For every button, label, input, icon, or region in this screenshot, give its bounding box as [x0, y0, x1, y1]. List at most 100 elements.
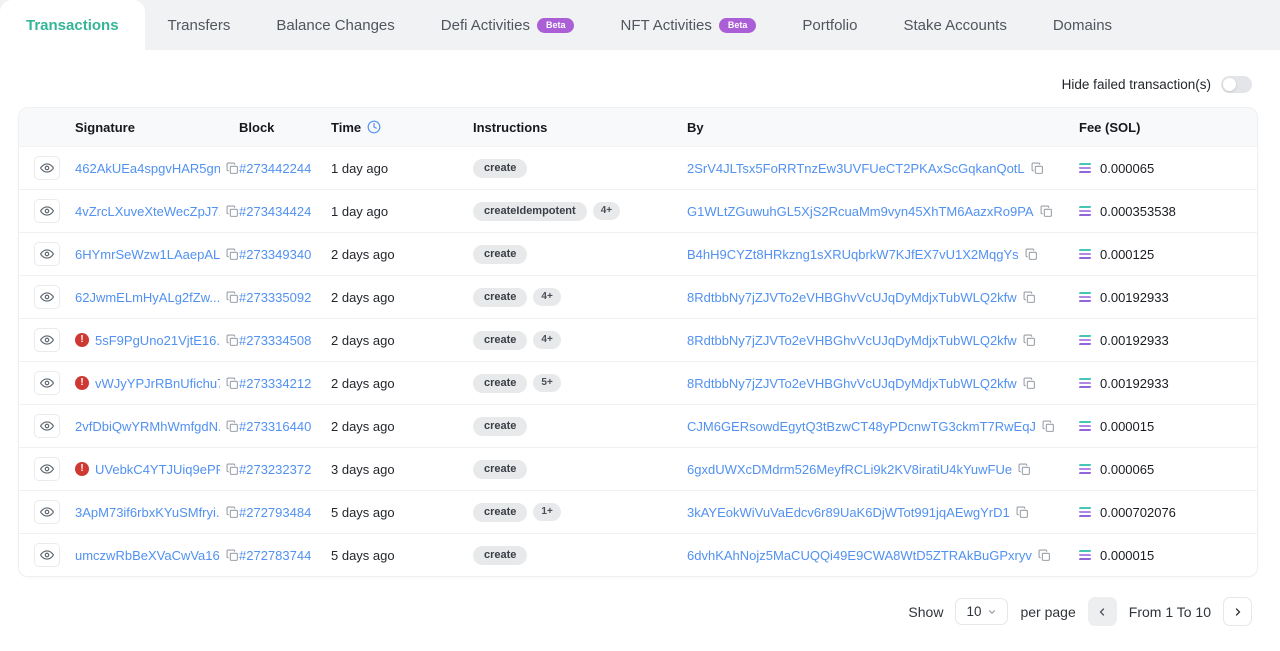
copy-icon[interactable]: [1042, 420, 1055, 433]
preview-eye-button[interactable]: [34, 371, 60, 395]
solana-icon: [1079, 550, 1091, 560]
tab-transfers[interactable]: Transfers: [145, 0, 254, 50]
signature-link[interactable]: 5sF9PgUno21VjtE16...: [95, 333, 220, 348]
by-address-link[interactable]: 8RdtbbNy7jZJVTo2eVHBGhvVcUJqDyMdjxTubWLQ…: [687, 333, 1017, 348]
table-row: 462AkUEa4spgvHAR5gn... #273442244 1 day …: [19, 146, 1257, 189]
page-size-value: 10: [966, 604, 981, 619]
signature-link[interactable]: 462AkUEa4spgvHAR5gn...: [75, 161, 220, 176]
show-label: Show: [908, 604, 943, 620]
prev-page-button[interactable]: [1088, 597, 1117, 626]
tab-portfolio[interactable]: Portfolio: [779, 0, 880, 50]
signature-link[interactable]: UVebkC4YTJUiq9ePR...: [95, 462, 220, 477]
tab-domains[interactable]: Domains: [1030, 0, 1135, 50]
copy-icon[interactable]: [1040, 205, 1053, 218]
block-link[interactable]: #273232372: [239, 462, 311, 477]
preview-eye-button[interactable]: [34, 500, 60, 524]
block-link[interactable]: #273335092: [239, 290, 311, 305]
signature-link[interactable]: 2vfDbiQwYRMhWmfgdN...: [75, 419, 220, 434]
copy-icon[interactable]: [226, 463, 239, 476]
copy-icon[interactable]: [1018, 463, 1031, 476]
failed-transaction-icon: !: [75, 333, 89, 347]
tab-nft-activities[interactable]: NFT Activities Beta: [597, 0, 779, 50]
preview-eye-button[interactable]: [34, 156, 60, 180]
instruction-count-badge: 4+: [593, 202, 620, 220]
copy-icon[interactable]: [226, 248, 239, 261]
copy-icon[interactable]: [1016, 506, 1029, 519]
solana-icon: [1079, 464, 1091, 474]
copy-icon[interactable]: [226, 420, 239, 433]
by-address-link[interactable]: B4hH9CYZt8HRkzng1sXRUqbrkW7KJfEX7vU1X2Mq…: [687, 247, 1019, 262]
preview-eye-button[interactable]: [34, 199, 60, 223]
time-value: 5 days ago: [331, 548, 473, 563]
copy-icon[interactable]: [1023, 334, 1036, 347]
block-link[interactable]: #273349340: [239, 247, 311, 262]
copy-icon[interactable]: [226, 205, 239, 218]
copy-icon[interactable]: [1025, 248, 1038, 261]
instruction-count-badge: 1+: [533, 503, 560, 521]
copy-icon[interactable]: [1023, 377, 1036, 390]
header-time-label: Time: [331, 120, 361, 135]
table-body: 462AkUEa4spgvHAR5gn... #273442244 1 day …: [19, 146, 1257, 576]
by-address-link[interactable]: 8RdtbbNy7jZJVTo2eVHBGhvVcUJqDyMdjxTubWLQ…: [687, 376, 1017, 391]
tab-defi-activities[interactable]: Defi Activities Beta: [418, 0, 598, 50]
clock-icon[interactable]: [367, 120, 381, 134]
failed-transaction-icon: !: [75, 376, 89, 390]
fee-value: 0.000015: [1100, 548, 1154, 563]
by-address-link[interactable]: 6gxdUWXcDMdrm526MeyfRCLi9k2KV8iratiU4kYu…: [687, 462, 1012, 477]
preview-eye-button[interactable]: [34, 285, 60, 309]
copy-icon[interactable]: [1038, 549, 1051, 562]
block-link[interactable]: #273334508: [239, 333, 311, 348]
tab-transactions[interactable]: Transactions: [0, 0, 145, 50]
block-link[interactable]: #272793484: [239, 505, 311, 520]
by-address-link[interactable]: 2SrV4JLTsx5FoRRTnzEw3UVFUeCT2PKAxScGqkan…: [687, 161, 1025, 176]
instruction-badge: create: [473, 331, 527, 350]
by-address-link[interactable]: CJM6GERsowdEgytQ3tBzwCT48yPDcnwTG3ckmT7R…: [687, 419, 1036, 434]
solana-icon: [1079, 206, 1091, 216]
signature-link[interactable]: umczwRbBeXVaCwVa16...: [75, 548, 220, 563]
header-time: Time: [331, 120, 473, 135]
copy-icon[interactable]: [226, 377, 239, 390]
fee-value: 0.000015: [1100, 419, 1154, 434]
solana-icon: [1079, 335, 1091, 345]
copy-icon[interactable]: [1031, 162, 1044, 175]
preview-eye-button[interactable]: [34, 242, 60, 266]
block-link[interactable]: #273434424: [239, 204, 311, 219]
preview-eye-button[interactable]: [34, 414, 60, 438]
signature-link[interactable]: vWJyYPJrRBnUfichu7...: [95, 376, 220, 391]
block-link[interactable]: #272783744: [239, 548, 311, 563]
table-row: 3ApM73if6rbxKYuSMfryi... #272793484 5 da…: [19, 490, 1257, 533]
by-address-link[interactable]: 8RdtbbNy7jZJVTo2eVHBGhvVcUJqDyMdjxTubWLQ…: [687, 290, 1017, 305]
signature-link[interactable]: 62JwmELmHyALg2fZw...: [75, 290, 220, 305]
copy-icon[interactable]: [226, 291, 239, 304]
by-address-link[interactable]: 6dvhKAhNojz5MaCUQQi49E9CWA8WtD5ZTRAkBuGP…: [687, 548, 1032, 563]
preview-eye-button[interactable]: [34, 328, 60, 352]
failed-transaction-icon: !: [75, 462, 89, 476]
by-address-link[interactable]: G1WLtZGuwuhGL5XjS2RcuaMm9vyn45XhTM6AazxR…: [687, 204, 1034, 219]
signature-link[interactable]: 6HYmrSeWzw1LAaepAL...: [75, 247, 220, 262]
signature-link[interactable]: 3ApM73if6rbxKYuSMfryi...: [75, 505, 220, 520]
copy-icon[interactable]: [226, 334, 239, 347]
by-address-link[interactable]: 3kAYEokWiVuVaEdcv6r89UaK6DjWTot991jqAEwg…: [687, 505, 1010, 520]
copy-icon[interactable]: [226, 506, 239, 519]
tab-stake-accounts[interactable]: Stake Accounts: [880, 0, 1029, 50]
controls-row: Hide failed transaction(s): [0, 50, 1280, 107]
preview-eye-button[interactable]: [34, 457, 60, 481]
fee-value: 0.000353538: [1100, 204, 1176, 219]
preview-eye-button[interactable]: [34, 543, 60, 567]
copy-icon[interactable]: [1023, 291, 1036, 304]
block-link[interactable]: #273316440: [239, 419, 311, 434]
beta-badge: Beta: [719, 18, 757, 33]
tab-bar: Transactions Transfers Balance Changes D…: [0, 0, 1280, 50]
table-row: 2vfDbiQwYRMhWmfgdN... #273316440 2 days …: [19, 404, 1257, 447]
signature-link[interactable]: 4vZrcLXuveXteWecZpJ7...: [75, 204, 220, 219]
next-page-button[interactable]: [1223, 597, 1252, 626]
copy-icon[interactable]: [226, 162, 239, 175]
copy-icon[interactable]: [226, 549, 239, 562]
block-link[interactable]: #273334212: [239, 376, 311, 391]
instruction-badge: create: [473, 374, 527, 393]
page-size-select[interactable]: 10: [955, 598, 1008, 625]
hide-failed-toggle[interactable]: [1221, 76, 1252, 93]
tab-balance-changes[interactable]: Balance Changes: [253, 0, 417, 50]
block-link[interactable]: #273442244: [239, 161, 311, 176]
hide-failed-label: Hide failed transaction(s): [1062, 77, 1211, 92]
